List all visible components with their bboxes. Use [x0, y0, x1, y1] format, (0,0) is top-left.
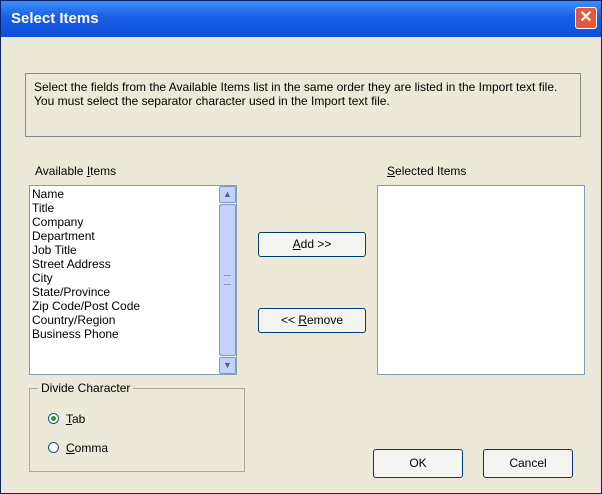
- available-items-entries: Name Title Company Department Job Title Stree…: [32, 187, 216, 341]
- list-item[interactable]: State/Province: [32, 285, 216, 299]
- dialog-title: Select Items: [11, 10, 99, 27]
- available-items-scrollbar[interactable]: ▲ ▼: [219, 186, 236, 374]
- ok-button[interactable]: OK: [373, 449, 463, 478]
- cancel-button[interactable]: Cancel: [483, 449, 573, 478]
- list-item[interactable]: Business Phone: [32, 327, 216, 341]
- list-item[interactable]: Name: [32, 187, 216, 201]
- instructions-line-2: You must select the separator character …: [34, 94, 390, 108]
- radio-comma-indicator[interactable]: [48, 442, 59, 453]
- scrollbar-grip-icon: [224, 275, 231, 285]
- scroll-down-arrow-icon[interactable]: ▼: [219, 357, 236, 374]
- list-item[interactable]: City: [32, 271, 216, 285]
- divide-character-title: Divide Character: [38, 381, 134, 395]
- close-icon: ✕: [579, 9, 593, 26]
- list-item[interactable]: Department: [32, 229, 216, 243]
- list-item[interactable]: Title: [32, 201, 216, 215]
- list-item[interactable]: Company: [32, 215, 216, 229]
- remove-button[interactable]: << Remove: [258, 308, 366, 333]
- add-button[interactable]: Add >>: [258, 232, 366, 257]
- instructions-box: Select the fields from the Available Ite…: [25, 73, 581, 137]
- scrollbar-thumb[interactable]: [219, 204, 236, 356]
- radio-tab-label: Tab: [66, 412, 86, 426]
- list-item[interactable]: Country/Region: [32, 313, 216, 327]
- divide-character-group: Divide Character Tab Comma: [29, 381, 245, 472]
- list-item[interactable]: Street Address: [32, 257, 216, 271]
- scroll-up-arrow-icon[interactable]: ▲: [219, 186, 236, 203]
- radio-tab-indicator[interactable]: [48, 413, 59, 424]
- instructions-line-1: Select the fields from the Available Ite…: [34, 80, 558, 94]
- list-item[interactable]: Zip Code/Post Code: [32, 299, 216, 313]
- available-items-label: Available Items: [35, 164, 117, 178]
- title-bar[interactable]: Select Items ✕: [1, 1, 601, 37]
- list-item[interactable]: Job Title: [32, 243, 216, 257]
- radio-comma-label: Comma: [66, 441, 109, 455]
- selected-items-label: Selected Items: [387, 164, 467, 178]
- selected-items-list[interactable]: [377, 185, 585, 375]
- available-items-list[interactable]: Name Title Company Department Job Title Stree…: [29, 185, 237, 375]
- select-items-dialog: Select Items ✕ Select the fields from th…: [0, 0, 602, 494]
- close-button[interactable]: ✕: [575, 7, 597, 29]
